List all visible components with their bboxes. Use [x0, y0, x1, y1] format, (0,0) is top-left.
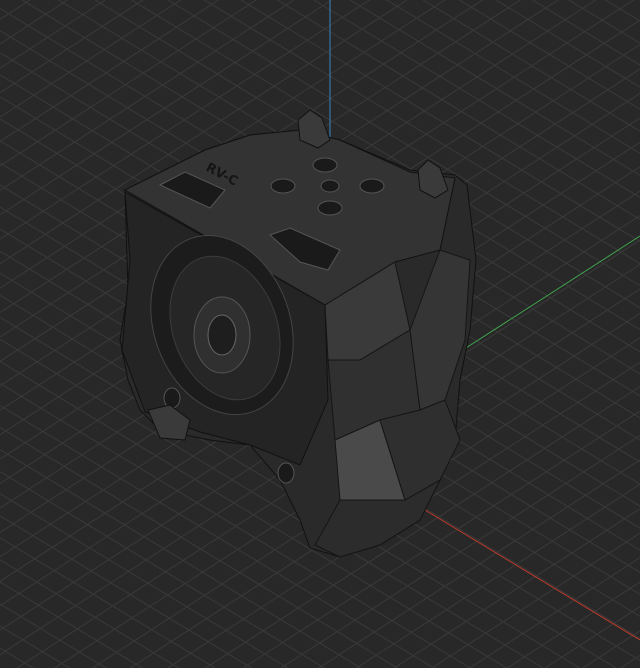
grid-line: [0, 515, 252, 668]
grid-line: [0, 0, 182, 118]
grid-line: [349, 0, 640, 176]
scene-canvas[interactable]: RV-C: [0, 0, 640, 668]
mount-hole: [312, 157, 338, 173]
mount-hole: [270, 178, 296, 194]
mount-hole: [359, 178, 385, 194]
grid-line: [507, 581, 640, 668]
grid-line: [544, 606, 640, 668]
grid-line: [620, 654, 640, 668]
grid-line: [386, 0, 640, 154]
grid-line: [469, 557, 640, 668]
side-hole: [277, 462, 295, 484]
grid-line: [582, 630, 640, 668]
grid-line: [393, 508, 640, 668]
grid-line: [459, 0, 640, 110]
y-axis-line: [454, 235, 640, 356]
grid-line: [495, 0, 640, 88]
mount-hole: [317, 200, 343, 216]
grid-line: [568, 0, 640, 44]
grid-line: [0, 0, 257, 167]
3d-viewport[interactable]: RV-C: [0, 0, 640, 668]
side-hole: [163, 387, 181, 409]
fan-hub-center: [207, 314, 237, 356]
grid-line: [604, 0, 640, 22]
grid-line: [0, 559, 179, 668]
grid-line: [0, 0, 219, 142]
grid-line: [0, 537, 216, 668]
grid-line: [0, 0, 31, 20]
grid-line: [0, 0, 144, 94]
mount-hole: [320, 179, 340, 193]
3d-model[interactable]: RV-C: [119, 109, 477, 558]
